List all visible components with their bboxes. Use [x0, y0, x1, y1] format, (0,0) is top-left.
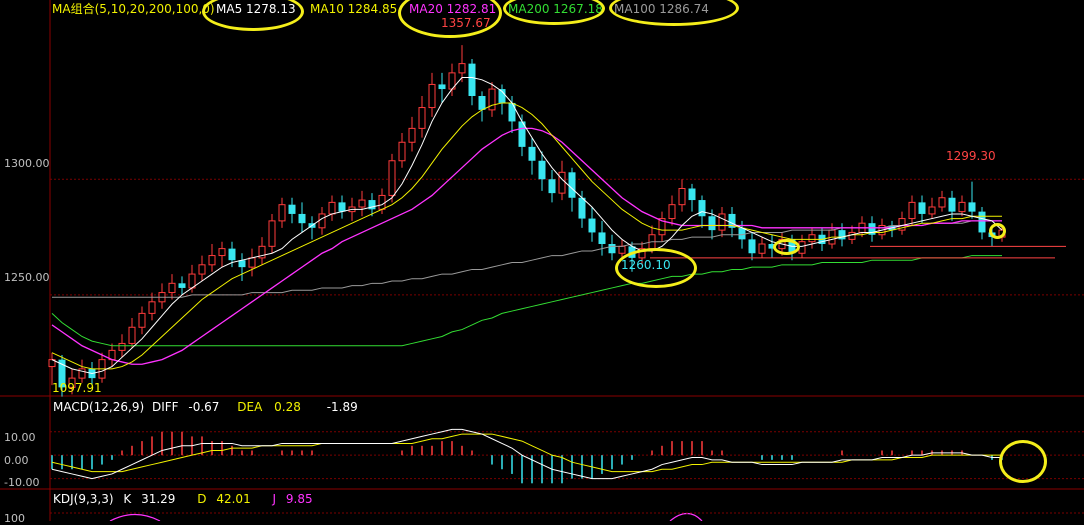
- candle-body-31: [358, 199, 366, 208]
- kdj-k-label: K: [123, 492, 132, 506]
- annotation-ring-support: [773, 239, 800, 255]
- candle-body-46: [508, 102, 516, 122]
- candle-body-22: [268, 220, 276, 247]
- candle-body-57: [618, 245, 626, 254]
- candle-body-53: [578, 197, 586, 219]
- candle-body-67: [718, 213, 726, 231]
- macd-dea-value: 0.28: [274, 400, 301, 414]
- annotation-ring-low: [615, 248, 697, 288]
- kdj-title: KDJ(9,3,3): [53, 492, 114, 506]
- macd-tick-10: 10.00: [4, 431, 36, 444]
- candle-body-29: [338, 202, 346, 212]
- candle-body-43: [478, 96, 486, 110]
- candle-body-69: [738, 227, 746, 240]
- macd-dea-line: [51, 433, 1002, 473]
- start-low-label: 1097.91: [52, 381, 102, 395]
- candle-body-56: [608, 244, 616, 254]
- candle-body-27: [318, 213, 326, 229]
- candle-body-42: [468, 63, 476, 96]
- candle-body-93: [978, 211, 986, 233]
- candle-body-87: [918, 202, 926, 214]
- candle-body-36: [408, 127, 416, 143]
- candle-body-90: [948, 197, 956, 212]
- candle-body-9: [138, 312, 146, 328]
- candle-body-92: [968, 202, 976, 212]
- candle-body-23: [278, 204, 286, 222]
- candle-body-80: [848, 231, 856, 240]
- candle-body-50: [548, 179, 556, 194]
- candle-body-37: [418, 107, 426, 129]
- kdj-j-value: 9.85: [285, 492, 313, 506]
- macd-value: -1.89: [326, 400, 358, 414]
- candle-body-62: [668, 204, 676, 220]
- kdj-j-curve-1: [109, 513, 161, 521]
- candle-body-34: [388, 160, 396, 196]
- candle-body-76: [808, 234, 816, 243]
- candle-body-49: [538, 160, 546, 180]
- kdj-j-curve-2: [669, 512, 703, 521]
- candle-body-18: [228, 248, 236, 261]
- candle-body-89: [938, 197, 946, 208]
- candle-body-28: [328, 201, 336, 215]
- kdj-j-label: J: [272, 492, 277, 506]
- ma200-line: [51, 255, 1002, 347]
- price-tick-1300: 1300.00: [4, 157, 50, 170]
- candle-body-20: [248, 257, 256, 268]
- candle-body-16: [208, 255, 216, 266]
- kdj-d-value: 42.01: [216, 492, 251, 506]
- kdj-tick-100: 100: [4, 512, 25, 525]
- macd-legend: MACD(12,26,9) DIFF -0.67 DEA 0.28 -1.89: [53, 400, 358, 414]
- candle-body-71: [758, 243, 766, 254]
- macd-tick-0: 0.00: [4, 454, 29, 467]
- candle-body-86: [908, 201, 916, 220]
- candle-body-14: [188, 273, 196, 289]
- candle-body-70: [748, 239, 756, 254]
- candle-body-48: [528, 146, 536, 161]
- candle-body-54: [588, 218, 596, 233]
- stock-chart[interactable]: [0, 0, 1084, 521]
- candle-body-17: [218, 248, 226, 257]
- annotation-ring-last: [989, 223, 1006, 239]
- ma10-label: MA10 1284.85: [310, 2, 398, 16]
- recent-high-label: 1299.30: [946, 149, 996, 163]
- candle-body-88: [928, 206, 936, 215]
- price-tick-1250: 1250.00: [4, 271, 50, 284]
- macd-diff-value: -0.67: [188, 400, 220, 414]
- kdj-legend: KDJ(9,3,3) K 31.29 D 42.01 J 9.85: [53, 492, 313, 506]
- candle-body-33: [378, 194, 386, 210]
- annotation-ring-macd-cross: [999, 440, 1047, 483]
- candle-body-52: [568, 172, 576, 198]
- candle-body-41: [458, 63, 466, 74]
- macd-diff-line: [51, 428, 1002, 480]
- candle-body-55: [598, 232, 606, 244]
- macd-diff-label: DIFF: [151, 400, 179, 414]
- candle-body-51: [558, 171, 566, 194]
- ma-group-label: MA组合(5,10,20,200,100,0): [52, 2, 215, 16]
- macd-dea-label: DEA: [237, 400, 263, 414]
- candle-body-39: [438, 84, 446, 90]
- kdj-k-value: 31.29: [141, 492, 176, 506]
- candle-body-63: [678, 188, 686, 206]
- candle-body-13: [178, 283, 186, 288]
- kdj-d-label: D: [197, 492, 207, 506]
- candle-body-12: [168, 282, 176, 294]
- macd-tick-minus10: -10.00: [4, 476, 40, 489]
- candle-body-38: [428, 83, 436, 109]
- candle-body-25: [298, 213, 306, 224]
- candle-body-64: [688, 188, 696, 201]
- candle-body-35: [398, 141, 406, 162]
- candle-body-65: [698, 200, 706, 217]
- candle-body-15: [198, 264, 206, 275]
- candle-body-91: [958, 201, 966, 213]
- candle-body-10: [148, 301, 156, 314]
- macd-title: MACD(12,26,9): [53, 400, 145, 414]
- candle-body-7: [118, 342, 126, 351]
- ma10-line: [51, 102, 1002, 370]
- candle-body-8: [128, 326, 136, 344]
- ma20-line: [51, 127, 1002, 365]
- candle-body-66: [708, 216, 716, 231]
- candle-body-24: [288, 204, 296, 214]
